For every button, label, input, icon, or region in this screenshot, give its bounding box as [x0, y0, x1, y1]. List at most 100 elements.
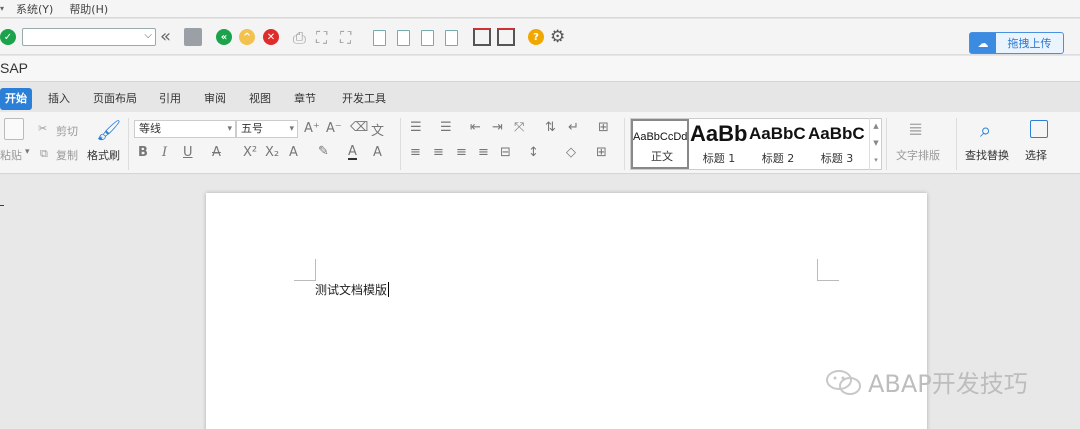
- grow-font-icon[interactable]: A⁺: [304, 121, 320, 136]
- upload-label: 拖拽上传: [1007, 37, 1052, 50]
- enter-check-icon[interactable]: ✓: [0, 29, 16, 45]
- format-painter-button[interactable]: 格式刷: [87, 147, 120, 163]
- document-text[interactable]: 测试文档模版: [315, 281, 390, 298]
- strikethrough-button[interactable]: A: [212, 145, 221, 160]
- text-layout-icon[interactable]: ≣: [908, 119, 923, 140]
- first-page-icon[interactable]: [373, 30, 386, 46]
- tab-chapter[interactable]: 章节: [294, 88, 316, 110]
- shortcut-icon[interactable]: [497, 28, 515, 46]
- show-marks-icon[interactable]: ↵: [568, 120, 579, 135]
- phonetic-icon[interactable]: 文: [371, 120, 384, 139]
- text-caret: [388, 282, 390, 297]
- copy-icon[interactable]: ⧉: [40, 147, 48, 161]
- chevron-down-icon[interactable]: ▾: [289, 121, 294, 137]
- text-effect-button[interactable]: A: [289, 145, 298, 160]
- next-page-icon[interactable]: [421, 30, 434, 46]
- format-painter-icon[interactable]: 🖌: [96, 118, 121, 142]
- highlight-icon[interactable]: ✎: [318, 144, 329, 159]
- chevron-down-icon[interactable]: ▾: [227, 121, 232, 137]
- menu-arrow-icon[interactable]: ▾: [0, 4, 10, 13]
- copy-button[interactable]: 复制: [56, 147, 78, 163]
- superscript-button[interactable]: X²: [243, 145, 257, 160]
- select-cursor-icon[interactable]: [1030, 120, 1048, 138]
- bullets-icon[interactable]: ☰: [410, 120, 422, 135]
- menu-system[interactable]: 系统(Y): [16, 1, 53, 17]
- align-center-icon[interactable]: ≡: [433, 145, 444, 160]
- document-text-content: 测试文档模版: [315, 283, 388, 297]
- underline-button[interactable]: U: [183, 145, 193, 160]
- style-preview: AaBb: [690, 121, 748, 146]
- style-name: 标题 3: [820, 152, 854, 165]
- print-icon[interactable]: ⎙: [293, 28, 306, 48]
- decrease-indent-icon[interactable]: ⇤: [470, 120, 481, 135]
- cut-button[interactable]: 剪切: [56, 123, 78, 139]
- find-next-icon[interactable]: ⛶: [340, 28, 351, 48]
- settings-gear-icon[interactable]: ⚙: [550, 27, 565, 47]
- char-border-icon[interactable]: A: [373, 145, 382, 160]
- tab-page-layout[interactable]: 页面布局: [93, 88, 137, 110]
- justify-icon[interactable]: ≡: [478, 145, 489, 160]
- font-name-select[interactable]: 等线 ▾: [134, 120, 236, 138]
- clear-format-icon[interactable]: ⌫: [350, 120, 368, 135]
- style-heading-2[interactable]: AaBbC 标题 2: [749, 119, 807, 169]
- align-left-icon[interactable]: ≡: [410, 145, 421, 160]
- borders-icon[interactable]: ⊞: [596, 145, 607, 160]
- find-replace-icon[interactable]: ⌕: [980, 118, 991, 142]
- tab-references[interactable]: 引用: [159, 88, 181, 110]
- save-icon[interactable]: [184, 28, 202, 46]
- style-heading-1[interactable]: AaBb 标题 1: [690, 119, 748, 169]
- shading-icon[interactable]: ◇: [566, 145, 576, 160]
- font-color-button[interactable]: A: [348, 145, 357, 160]
- menu-help[interactable]: 帮助(H): [69, 1, 108, 17]
- cut-icon[interactable]: ✂: [38, 122, 47, 135]
- wechat-logo-icon: [826, 369, 861, 395]
- numbering-icon[interactable]: ☰: [440, 120, 452, 135]
- last-page-icon[interactable]: [445, 30, 458, 46]
- cloud-icon: ☁: [970, 33, 996, 53]
- align-right-icon[interactable]: ≡: [456, 145, 467, 160]
- paste-dropdown-icon[interactable]: ▾: [25, 147, 30, 157]
- tab-review[interactable]: 审阅: [204, 88, 226, 110]
- styles-scroll[interactable]: ▲ ▼ ▾: [869, 118, 882, 170]
- line-spacing-icon[interactable]: ↕: [528, 145, 539, 160]
- back-icon[interactable]: «: [216, 29, 232, 45]
- cancel-icon[interactable]: ✕: [263, 29, 279, 45]
- chinese-layout-icon[interactable]: ⤧: [514, 120, 524, 135]
- shrink-font-icon[interactable]: A⁻: [326, 121, 342, 136]
- select-button[interactable]: 选择: [1025, 147, 1047, 163]
- bold-button[interactable]: B: [138, 145, 148, 160]
- tab-view[interactable]: 视图: [249, 88, 271, 110]
- font-name-value: 等线: [139, 122, 161, 135]
- subscript-button[interactable]: X₂: [265, 145, 279, 160]
- upload-button[interactable]: ☁ 拖拽上传: [969, 32, 1064, 54]
- new-session-icon[interactable]: [473, 28, 491, 46]
- styles-gallery: AaBbCcDd 正文 AaBb 标题 1 AaBbC 标题 2 AaBbC 标…: [630, 118, 882, 170]
- text-layout-button[interactable]: 文字排版: [896, 147, 940, 163]
- divider: [624, 118, 625, 170]
- paste-button[interactable]: 粘贴: [0, 147, 22, 163]
- watermark-text: ABAP开发技巧: [868, 370, 1028, 398]
- document-page[interactable]: 测试文档模版: [206, 193, 927, 429]
- find-replace-button[interactable]: 查找替换: [965, 147, 1009, 163]
- find-icon[interactable]: ⛶: [316, 28, 327, 48]
- margin-corner-tr: [817, 259, 839, 281]
- style-normal[interactable]: AaBbCcDd 正文: [631, 119, 689, 169]
- command-field[interactable]: ⌵: [22, 28, 156, 46]
- italic-button[interactable]: I: [162, 145, 167, 160]
- sort-icon[interactable]: ⇅: [545, 120, 556, 135]
- increase-indent-icon[interactable]: ⇥: [492, 120, 503, 135]
- distribute-icon[interactable]: ⊟: [500, 145, 511, 160]
- margin-marker: [0, 205, 4, 206]
- tab-developer[interactable]: 开发工具: [342, 88, 386, 110]
- tab-insert[interactable]: 插入: [48, 88, 70, 110]
- previous-page-icon[interactable]: [397, 30, 410, 46]
- help-icon[interactable]: ?: [528, 29, 544, 45]
- back-double-chevron-icon[interactable]: «: [160, 26, 171, 47]
- table-grid-icon[interactable]: ⊞: [598, 120, 609, 135]
- exit-icon[interactable]: ^: [239, 29, 255, 45]
- paste-icon[interactable]: [4, 118, 24, 140]
- tab-home[interactable]: 开始: [0, 88, 32, 110]
- chevron-down-icon[interactable]: ⌵: [144, 30, 152, 41]
- style-heading-3[interactable]: AaBbC 标题 3: [808, 119, 866, 169]
- font-size-select[interactable]: 五号 ▾: [236, 120, 298, 138]
